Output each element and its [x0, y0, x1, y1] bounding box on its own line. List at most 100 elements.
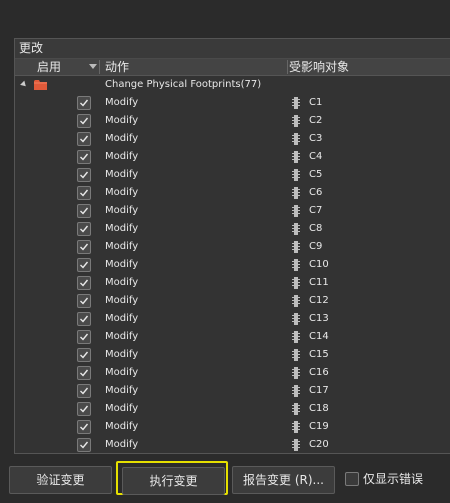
action-label: Modify	[105, 349, 139, 360]
check-icon	[80, 261, 89, 269]
change-row[interactable]: Modify C9	[15, 238, 450, 256]
enable-checkbox[interactable]	[77, 384, 91, 398]
change-row[interactable]: Modify C6	[15, 184, 450, 202]
change-row[interactable]: Modify C15	[15, 346, 450, 364]
sort-dropdown-icon[interactable]	[89, 64, 97, 69]
enable-checkbox[interactable]	[77, 276, 91, 290]
check-icon	[80, 171, 89, 179]
expand-icon[interactable]	[20, 80, 28, 89]
check-icon	[80, 279, 89, 287]
action-label: Modify	[105, 241, 139, 252]
enable-checkbox[interactable]	[77, 258, 91, 272]
column-divider[interactable]	[287, 60, 288, 74]
action-label: Modify	[105, 367, 139, 378]
changes-panel: 更改 启用 动作 受影响对象 Change Physical Footprint…	[14, 38, 450, 454]
check-icon	[80, 99, 89, 107]
check-icon	[80, 135, 89, 143]
group-row[interactable]: Change Physical Footprints(77)	[15, 76, 450, 94]
enable-checkbox[interactable]	[77, 168, 91, 182]
change-row[interactable]: Modify C11	[15, 274, 450, 292]
change-row[interactable]: Modify C16	[15, 364, 450, 382]
check-icon	[80, 387, 89, 395]
change-row[interactable]: Modify C18	[15, 400, 450, 418]
change-row[interactable]: Modify C14	[15, 328, 450, 346]
action-label: Modify	[105, 169, 139, 180]
change-row[interactable]: Modify C17	[15, 382, 450, 400]
component-icon	[292, 151, 300, 163]
column-divider[interactable]	[99, 60, 100, 74]
change-row[interactable]: Modify C2	[15, 112, 450, 130]
target-label: C11	[309, 277, 329, 288]
change-row[interactable]: Modify C8	[15, 220, 450, 238]
action-label: Modify	[105, 223, 139, 234]
enable-checkbox[interactable]	[77, 240, 91, 254]
change-row[interactable]: Modify C12	[15, 292, 450, 310]
group-action: Change Physical Footprints(77)	[105, 79, 262, 90]
enable-checkbox[interactable]	[77, 132, 91, 146]
change-row[interactable]: Modify C1	[15, 94, 450, 112]
target-label: C17	[309, 385, 329, 396]
enable-checkbox[interactable]	[77, 348, 91, 362]
component-icon	[292, 115, 300, 127]
check-icon	[80, 315, 89, 323]
target-label: C7	[309, 205, 323, 216]
report-changes-button[interactable]: 报告变更 (R)...	[232, 466, 335, 494]
check-icon	[80, 117, 89, 125]
enable-checkbox[interactable]	[77, 222, 91, 236]
action-label: Modify	[105, 295, 139, 306]
enable-checkbox[interactable]	[77, 330, 91, 344]
action-label: Modify	[105, 439, 139, 450]
only-errors-label: 仅显示错误	[363, 472, 424, 486]
folder-icon	[34, 80, 47, 90]
action-label: Modify	[105, 115, 139, 126]
column-action[interactable]: 动作	[105, 59, 129, 75]
enable-checkbox[interactable]	[77, 96, 91, 110]
target-label: C4	[309, 151, 323, 162]
check-icon	[80, 153, 89, 161]
change-row[interactable]: Modify C10	[15, 256, 450, 274]
enable-checkbox[interactable]	[77, 402, 91, 416]
check-icon	[80, 423, 89, 431]
enable-checkbox[interactable]	[77, 438, 91, 452]
enable-checkbox[interactable]	[77, 294, 91, 308]
enable-checkbox[interactable]	[77, 366, 91, 380]
target-label: C6	[309, 187, 323, 198]
enable-checkbox[interactable]	[77, 204, 91, 218]
only-errors-checkbox[interactable]	[345, 472, 359, 486]
enable-checkbox[interactable]	[77, 114, 91, 128]
check-icon	[80, 441, 89, 449]
change-row[interactable]: Modify C19	[15, 418, 450, 436]
change-row[interactable]: Modify C3	[15, 130, 450, 148]
target-label: C12	[309, 295, 329, 306]
check-icon	[80, 297, 89, 305]
target-label: C3	[309, 133, 323, 144]
target-label: C8	[309, 223, 323, 234]
action-label: Modify	[105, 187, 139, 198]
change-row[interactable]: Modify C4	[15, 148, 450, 166]
column-target[interactable]: 受影响对象	[289, 59, 349, 75]
check-icon	[80, 333, 89, 341]
check-icon	[80, 243, 89, 251]
check-icon	[80, 225, 89, 233]
change-row[interactable]: Modify C5	[15, 166, 450, 184]
component-icon	[292, 385, 300, 397]
enable-checkbox[interactable]	[77, 420, 91, 434]
action-label: Modify	[105, 277, 139, 288]
target-label: C14	[309, 331, 329, 342]
component-icon	[292, 331, 300, 343]
component-icon	[292, 439, 300, 451]
component-icon	[292, 259, 300, 271]
enable-checkbox[interactable]	[77, 186, 91, 200]
check-icon	[80, 405, 89, 413]
component-icon	[292, 241, 300, 253]
component-icon	[292, 403, 300, 415]
enable-checkbox[interactable]	[77, 312, 91, 326]
execute-changes-button[interactable]: 执行变更	[122, 467, 225, 495]
component-icon	[292, 367, 300, 379]
validate-changes-button[interactable]: 验证变更	[9, 466, 112, 494]
change-row[interactable]: Modify C13	[15, 310, 450, 328]
enable-checkbox[interactable]	[77, 150, 91, 164]
change-row[interactable]: Modify C7	[15, 202, 450, 220]
change-row[interactable]: Modify C20	[15, 436, 450, 453]
action-label: Modify	[105, 259, 139, 270]
